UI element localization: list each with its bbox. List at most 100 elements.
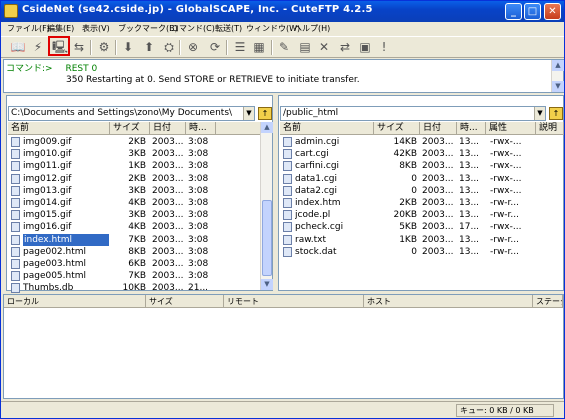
file-row[interactable]: index.html 7KB 2003... 3:08 (8, 233, 261, 246)
file-row[interactable]: img009.gif 2KB 2003... 3:08 (8, 136, 261, 148)
menu-file[interactable]: ファイル(F) (7, 23, 50, 34)
dropdown-arrow-icon[interactable]: ▼ (243, 107, 254, 120)
file-row[interactable]: page005.html 7KB 2003... 3:08 (8, 270, 261, 282)
file-row[interactable]: data1.cgi 0 2003... 13... -rwx-... (280, 173, 564, 185)
dropdown-arrow-icon[interactable]: ▼ (534, 107, 545, 120)
scroll-thumb[interactable] (262, 200, 272, 276)
col-size[interactable]: サイズ (374, 122, 420, 135)
scroll-down-arrow-icon[interactable]: ▼ (261, 279, 273, 290)
file-row[interactable]: jcode.pl 20KB 2003... 13... -rw-r... (280, 209, 564, 221)
col-status[interactable]: ステータス (533, 295, 563, 308)
newfolder-icon[interactable]: ▣ (357, 39, 373, 55)
file-row[interactable]: raw.txt 1KB 2003... 13... -rw-r... (280, 234, 564, 246)
menu-bar: ファイル(F) 編集(E) 表示(V) ブックマーク(B) コマンド(C) 転送… (1, 22, 564, 36)
file-row[interactable]: img012.gif 2KB 2003... 3:08 (8, 173, 261, 185)
menu-window[interactable]: ウィンドウ(W) (246, 23, 300, 34)
file-size: 1KB (399, 234, 417, 245)
file-attr: -rwx-... (490, 149, 522, 160)
file-time: 13... (459, 246, 480, 257)
file-row[interactable]: img010.gif 3KB 2003... 3:08 (8, 148, 261, 160)
site-manager-icon[interactable]: 📖 (10, 39, 26, 55)
disconnect-icon[interactable]: ⇆ (71, 39, 87, 55)
col-desc[interactable]: 説明 (536, 122, 564, 135)
file-row[interactable]: data2.cgi 0 2003... 13... -rwx-... (280, 185, 564, 197)
folder-up-icon[interactable]: ⛭ (161, 39, 177, 55)
detail-view-icon[interactable]: ▦ (251, 39, 267, 55)
file-row[interactable]: Thumbs.db 10KB 2003... 21... (8, 282, 261, 294)
transfer-icon[interactable]: ⇄ (337, 39, 353, 55)
reconnect-icon[interactable]: ⚙ (96, 39, 112, 55)
col-host[interactable]: ホスト (364, 295, 533, 308)
col-time[interactable]: 時... (457, 122, 486, 135)
remote-folder-up-icon[interactable]: ↑ (549, 107, 563, 120)
menu-help[interactable]: ヘルプ(H) (294, 23, 330, 34)
menu-transfer[interactable]: 転送(T) (215, 23, 242, 34)
local-scrollbar[interactable]: ▲ ▼ (260, 122, 273, 290)
download-icon[interactable]: ⬇ (120, 39, 136, 55)
close-button[interactable]: ✕ (544, 3, 561, 20)
col-date[interactable]: 日付 (150, 122, 186, 135)
file-row[interactable]: page002.html 8KB 2003... 3:08 (8, 246, 261, 258)
quick-connect-icon[interactable]: ⚡ (30, 39, 46, 55)
file-icon (11, 271, 20, 282)
refresh-icon[interactable]: ⟳ (207, 39, 223, 55)
edit-icon[interactable]: ✎ (276, 39, 292, 55)
local-pane: C:\Documents and Settings\zono\My Docume… (6, 95, 273, 294)
file-time: 3:08 (188, 185, 209, 196)
col-attr[interactable]: 属性 (486, 122, 536, 135)
file-row[interactable]: index.htm 2KB 2003... 13... -rw-r... (280, 197, 564, 209)
file-row[interactable]: pcheck.cgi 5KB 2003... 17... -rwx-... (280, 221, 564, 233)
file-icon (11, 161, 20, 172)
log-scrollbar[interactable]: ▲ ▼ (551, 60, 564, 92)
local-header: 名前 サイズ 日付 時... (8, 122, 261, 135)
file-name: data1.cgi (295, 173, 338, 184)
col-name[interactable]: 名前 (280, 122, 374, 135)
file-row[interactable]: img015.gif 3KB 2003... 3:08 (8, 209, 261, 221)
file-row[interactable]: img014.gif 4KB 2003... 3:08 (8, 197, 261, 209)
file-size: 3KB (128, 149, 146, 160)
col-date[interactable]: 日付 (420, 122, 457, 135)
stop-icon[interactable]: ⊗ (185, 39, 201, 55)
col-remote[interactable]: リモート (224, 295, 364, 308)
menu-view[interactable]: 表示(V) (82, 23, 110, 34)
file-name: index.html (23, 233, 109, 246)
minimize-button[interactable]: _ (505, 3, 522, 20)
file-date: 2003... (152, 198, 184, 208)
maximize-button[interactable]: □ (524, 3, 541, 20)
file-row[interactable]: img013.gif 3KB 2003... 3:08 (8, 185, 261, 197)
file-row[interactable]: img016.gif 4KB 2003... 3:08 (8, 221, 261, 233)
col-name[interactable]: 名前 (8, 122, 110, 135)
file-name: carfini.cgi (295, 161, 340, 172)
upload-icon[interactable]: ⬆ (141, 39, 157, 55)
file-row[interactable]: page003.html 6KB 2003... 3:08 (8, 258, 261, 270)
col-time[interactable]: 時... (186, 122, 216, 135)
file-time: 13... (459, 198, 480, 208)
file-name: stock.dat (295, 246, 337, 257)
scroll-down-arrow-icon[interactable]: ▼ (552, 81, 564, 92)
file-row[interactable]: cart.cgi 42KB 2003... 13... -rwx-... (280, 148, 564, 160)
local-path-combo[interactable]: C:\Documents and Settings\zono\My Docume… (8, 106, 255, 121)
toolbar-separator (179, 40, 181, 55)
title-bar[interactable]: CsideNet (se42.cside.jp) - GlobalSCAPE, … (1, 1, 564, 22)
delete-icon[interactable]: ✕ (316, 39, 332, 55)
rename-icon[interactable]: ▤ (297, 39, 313, 55)
app-icon[interactable] (4, 4, 18, 18)
file-date: 2003... (422, 149, 454, 160)
col-size[interactable]: サイズ (110, 122, 150, 135)
file-row[interactable]: admin.cgi 14KB 2003... 13... -rwx-... (280, 136, 564, 148)
remote-path-combo[interactable]: /public_html ▼ (280, 106, 546, 121)
local-folder-up-icon[interactable]: ↑ (258, 107, 272, 120)
list-view-icon[interactable]: ☰ (232, 39, 248, 55)
col-local[interactable]: ローカル (4, 295, 146, 308)
toolbar: 📖 ⚡ 🖳 ⇆ ⚙ ⬇ ⬆ ⛭ ⊗ ⟳ ☰ ▦ ✎ ▤ ✕ ⇄ ▣ ! (1, 36, 564, 58)
file-row[interactable]: carfini.cgi 8KB 2003... 13... -rwx-... (280, 160, 564, 172)
scroll-up-arrow-icon[interactable]: ▲ (261, 122, 273, 133)
file-row[interactable]: stock.dat 0 2003... 13... -rw-r... (280, 246, 564, 258)
scroll-up-arrow-icon[interactable]: ▲ (552, 60, 564, 71)
col-size[interactable]: サイズ (146, 295, 224, 308)
file-row[interactable]: img011.gif 1KB 2003... 3:08 (8, 160, 261, 172)
menu-command[interactable]: コマンド(C) (171, 23, 215, 34)
menu-bookmark[interactable]: ブックマーク(B) (118, 23, 178, 34)
tips-icon[interactable]: ! (376, 39, 392, 55)
menu-edit[interactable]: 編集(E) (47, 23, 74, 34)
